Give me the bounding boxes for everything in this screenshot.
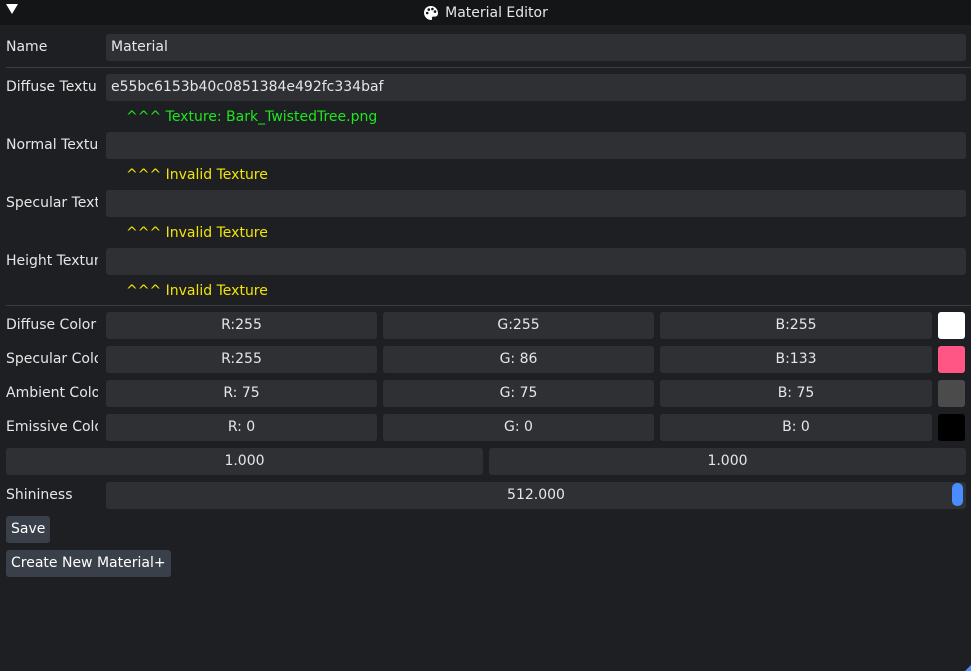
height-texture-label: Height Textur bbox=[6, 253, 98, 269]
specular-texture-status: ^^^ Invalid Texture bbox=[126, 225, 268, 241]
scale-a-input[interactable]: 1.000 bbox=[6, 448, 483, 475]
emissive-color-swatch[interactable] bbox=[938, 414, 965, 441]
emissive-color-label: Emissive Colo bbox=[6, 419, 98, 435]
emissive-color-b[interactable]: B: 0 bbox=[660, 414, 932, 441]
ambient-color-g[interactable]: G: 75 bbox=[383, 380, 654, 407]
name-label: Name bbox=[6, 39, 48, 55]
ambient-color-label: Ambient Colo bbox=[6, 385, 98, 401]
specular-color-r[interactable]: R:255 bbox=[106, 346, 377, 373]
shininess-slider-grab[interactable] bbox=[952, 483, 963, 506]
window-title-wrap: Material Editor bbox=[0, 0, 971, 25]
specular-color-b[interactable]: B:133 bbox=[660, 346, 932, 373]
scale-b-input[interactable]: 1.000 bbox=[489, 448, 966, 475]
save-button[interactable]: Save bbox=[6, 516, 51, 543]
normal-texture-input[interactable] bbox=[106, 132, 966, 159]
height-texture-status: ^^^ Invalid Texture bbox=[126, 283, 268, 299]
window-title: Material Editor bbox=[445, 4, 548, 21]
specular-texture-input[interactable] bbox=[106, 190, 966, 217]
diffuse-texture-status: ^^^ Texture: Bark_TwistedTree.png bbox=[126, 109, 378, 125]
diffuse-color-r[interactable]: R:255 bbox=[106, 312, 377, 339]
diffuse-color-swatch[interactable] bbox=[938, 312, 965, 339]
specular-color-g[interactable]: G: 86 bbox=[383, 346, 654, 373]
diffuse-color-g[interactable]: G:255 bbox=[383, 312, 654, 339]
ambient-color-b[interactable]: B: 75 bbox=[660, 380, 932, 407]
ambient-color-swatch[interactable] bbox=[938, 380, 965, 407]
specular-color-label: Specular Colo bbox=[6, 351, 98, 367]
diffuse-color-label: Diffuse Color bbox=[6, 317, 97, 333]
resize-grip-icon[interactable] bbox=[965, 665, 971, 671]
create-new-material-button[interactable]: Create New Material+ bbox=[6, 550, 171, 577]
title-bar: Material Editor bbox=[0, 0, 971, 25]
normal-texture-status: ^^^ Invalid Texture bbox=[126, 167, 268, 183]
normal-texture-label: Normal Textu bbox=[6, 137, 98, 153]
emissive-color-g[interactable]: G: 0 bbox=[383, 414, 654, 441]
shininess-label: Shininess bbox=[6, 487, 73, 503]
diffuse-texture-input[interactable]: e55bc6153b40c0851384e492fc334baf bbox=[106, 74, 966, 101]
specular-texture-label: Specular Text bbox=[6, 195, 98, 211]
specular-color-swatch[interactable] bbox=[938, 346, 965, 373]
separator bbox=[6, 67, 971, 68]
diffuse-texture-label: Diffuse Textu bbox=[6, 79, 97, 95]
ambient-color-r[interactable]: R: 75 bbox=[106, 380, 377, 407]
separator bbox=[6, 305, 971, 306]
name-input[interactable]: Material bbox=[106, 34, 966, 61]
shininess-slider[interactable]: 512.000 bbox=[106, 482, 966, 509]
palette-icon bbox=[424, 5, 439, 20]
height-texture-input[interactable] bbox=[106, 248, 966, 275]
diffuse-color-b[interactable]: B:255 bbox=[660, 312, 932, 339]
emissive-color-r[interactable]: R: 0 bbox=[106, 414, 377, 441]
